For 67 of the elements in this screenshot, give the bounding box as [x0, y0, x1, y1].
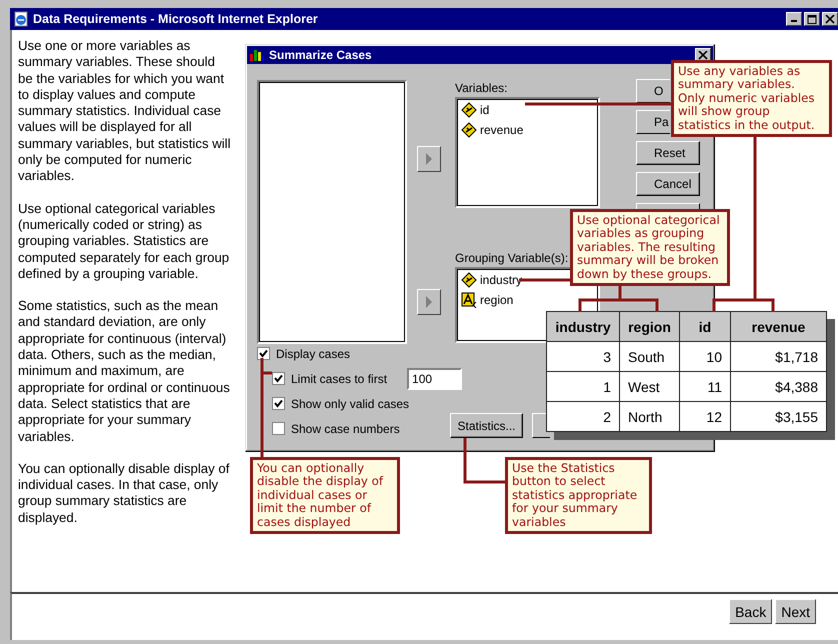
help-paragraph: Use one or more variables as summary variables. These should be the variables for which you want to display values and compute summary statistics. Individual case values will be displayed for all summary variables, but statistics will only be computed for numeric variables.	[18, 38, 232, 185]
table-cell: 3	[546, 342, 620, 372]
column-header: industry	[546, 312, 620, 342]
statistics-button[interactable]: Statistics...	[450, 413, 523, 438]
checkbox[interactable]	[257, 347, 270, 360]
dialog-button[interactable]: O	[636, 79, 670, 103]
triangle-icon	[425, 153, 433, 165]
column-header: revenue	[730, 312, 826, 342]
table-cell: 12	[680, 402, 730, 432]
variable-list[interactable]: id revenue	[455, 97, 600, 208]
variable-name[interactable]: id	[480, 103, 490, 117]
table-cell: 1	[546, 372, 620, 402]
checkbox[interactable]	[272, 422, 285, 435]
string-variable-icon	[461, 292, 477, 308]
table-cell: 10	[680, 342, 730, 372]
leader-line	[464, 438, 505, 484]
table-cell: $4,388	[730, 372, 826, 402]
table-cell: South	[620, 342, 680, 372]
checkbox[interactable]	[272, 397, 285, 410]
table-cell: 2	[546, 402, 620, 432]
help-paragraph: Some statistics, such as the mean and standard deviation, are only appropriate for continuous (interval) data. Others, such as the median, minimum and maximum, are appropriate for ordinal or continuous data. Select statistics that are appropriate for your summary variables.	[18, 298, 231, 445]
variable-name[interactable]: industry	[480, 273, 522, 287]
minimize-button[interactable]	[786, 12, 802, 26]
close-button[interactable]	[822, 12, 838, 26]
move-arrow-button[interactable]	[417, 289, 441, 315]
variable-name[interactable]: revenue	[480, 123, 524, 137]
dialog-button[interactable]: Reset	[636, 141, 700, 165]
checkbox-label[interactable]: Show case numbers	[291, 422, 400, 436]
numeric-variable-icon	[461, 122, 477, 138]
dialog-button[interactable]: Cancel	[636, 172, 700, 196]
checkbox-label[interactable]: Display cases	[276, 346, 350, 360]
number-field[interactable]: 100	[407, 368, 462, 390]
nav-button[interactable]: Next	[775, 599, 816, 624]
checkbox[interactable]	[272, 372, 285, 385]
minimize-icon	[791, 20, 797, 22]
source-variable-list[interactable]	[257, 80, 407, 344]
list-label: Variables:	[455, 82, 508, 95]
table-cell: $1,718	[730, 342, 826, 372]
move-arrow-button[interactable]	[417, 146, 441, 172]
checkbox-label[interactable]: Show only valid cases	[291, 396, 410, 410]
callout-tooltip: You can optionally disable the display of individual cases or limit the number of cases displayed	[250, 457, 400, 534]
checkbox-label[interactable]: Limit cases to first	[291, 372, 388, 386]
maximize-button[interactable]	[804, 12, 820, 26]
close-icon	[698, 50, 708, 60]
variable-name[interactable]: region	[480, 293, 514, 307]
callout-tooltip: Use any variables as summary variables. Only numeric variables will show group statistics in the output.	[671, 60, 832, 138]
window-title: Data Requirements - Microsoft Internet Explorer	[33, 12, 319, 26]
callout-tooltip: Use the Statistics button to select statistics appropriate for your summary variables	[505, 457, 652, 534]
maximize-icon	[807, 14, 817, 24]
table-cell: $3,155	[730, 402, 826, 432]
close-icon	[825, 14, 835, 24]
numeric-variable-icon	[461, 272, 477, 288]
table-cell: West	[620, 372, 680, 402]
browser-icon	[13, 11, 29, 27]
nav-button[interactable]: Back	[729, 599, 772, 624]
callout-tooltip: Use optional categorical variables as grouping variables. The resulting summary will be broken down by these groups.	[570, 209, 730, 286]
help-paragraph: Use optional categorical variables (numerically coded or string) as grouping variables. Statistics are computed separately for each group defined by a grouping variable.	[18, 200, 230, 282]
help-paragraph: You can optionally disable display of individual cases. In that case, only group summary statistics are displayed.	[18, 460, 230, 526]
table-cell: 11	[680, 372, 730, 402]
dialog-button[interactable]: Pa	[636, 110, 670, 134]
chart-app-icon	[249, 48, 265, 62]
table-cell: North	[620, 402, 680, 432]
triangle-icon	[425, 296, 433, 308]
column-header: region	[620, 312, 680, 342]
dialog-title: Summarize Cases	[269, 48, 373, 62]
column-header: id	[680, 312, 730, 342]
numeric-variable-icon	[461, 102, 477, 118]
